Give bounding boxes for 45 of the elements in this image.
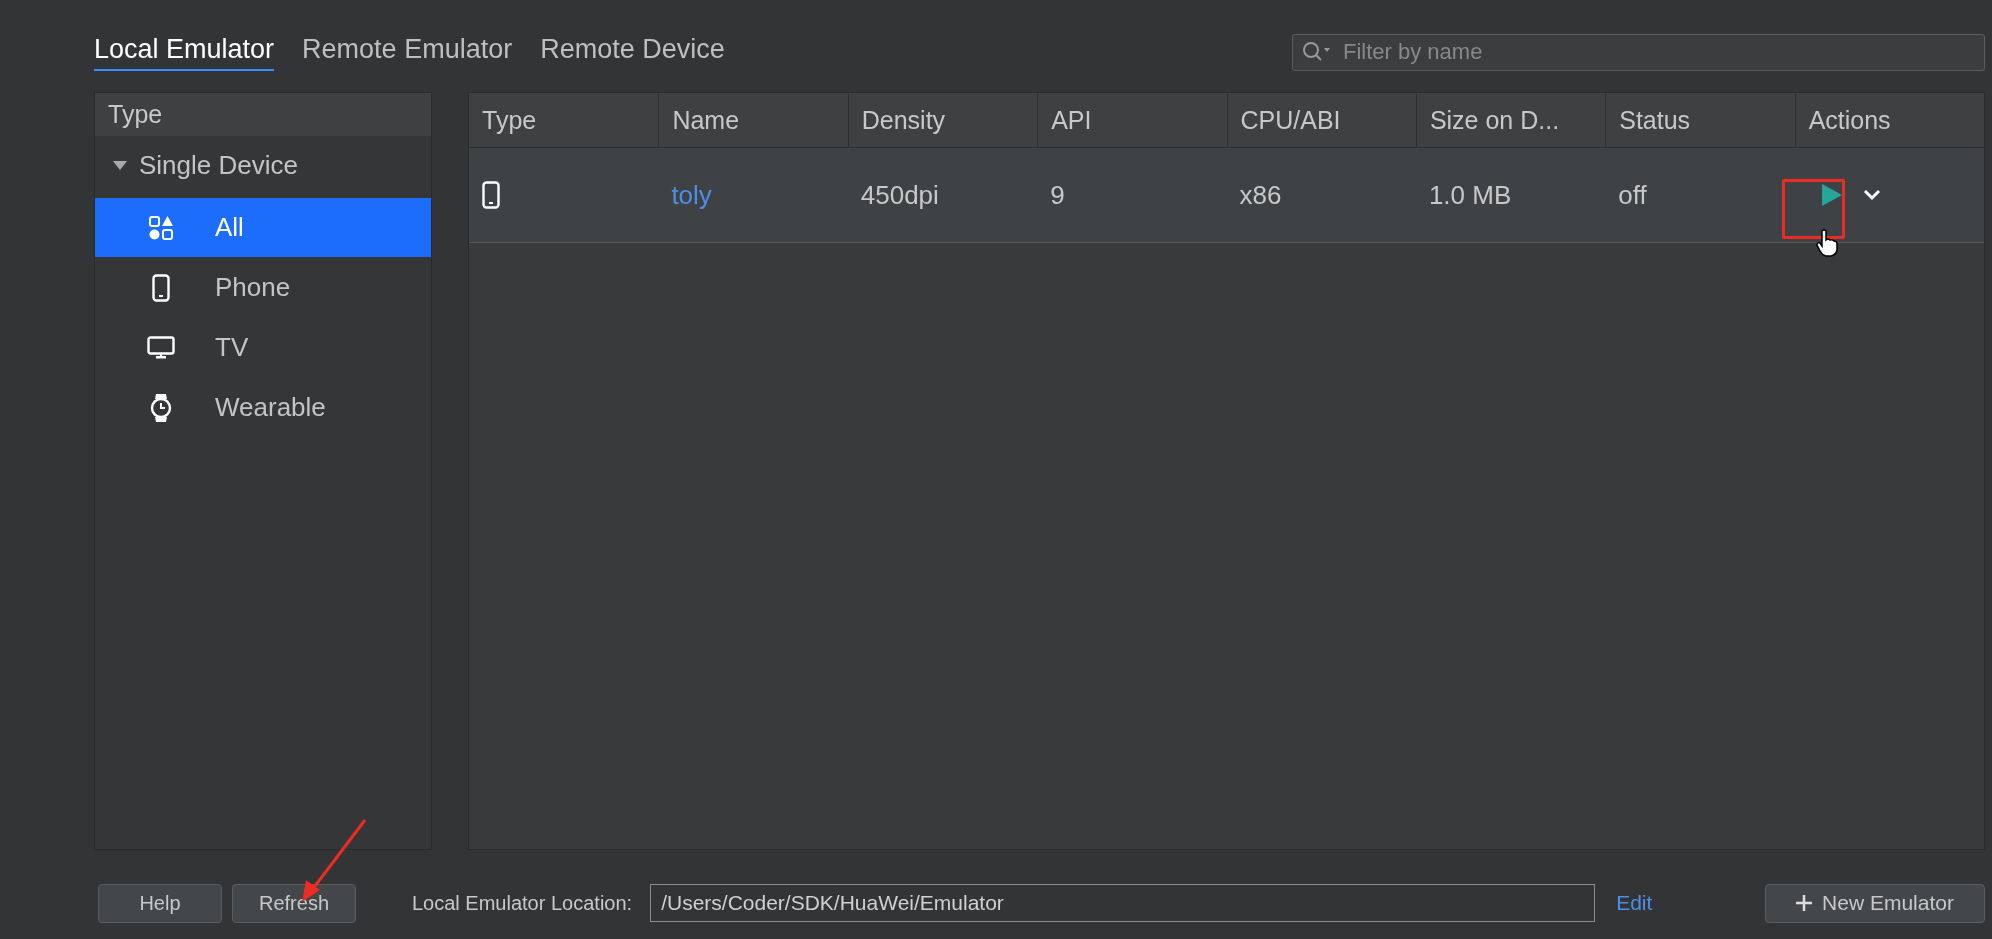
- footer-button[interactable]: Refresh: [232, 883, 356, 923]
- column-header: API: [1037, 93, 1227, 147]
- tab[interactable]: Remote Device: [540, 33, 725, 71]
- item-label: All: [215, 212, 244, 243]
- api-cell: 9: [1050, 179, 1065, 211]
- location-field[interactable]: /Users/Coder/SDK/HuaWei/Emulator: [650, 884, 1596, 922]
- monitor-icon: [147, 335, 175, 360]
- column-header: Size on D...: [1415, 93, 1606, 147]
- sidebar-item[interactable]: All: [95, 198, 431, 257]
- hand-cursor-icon: [1816, 229, 1838, 257]
- sidebar-item[interactable]: Wearable: [95, 378, 431, 437]
- column-header: Type: [481, 104, 538, 136]
- phone-icon: [152, 273, 170, 302]
- watch-icon: [150, 392, 172, 423]
- highlight-frame: [1782, 179, 1845, 239]
- size-cell: 1.0 MB: [1428, 179, 1512, 211]
- tree-group[interactable]: Single Device: [95, 140, 431, 190]
- column-header: Actions: [1794, 93, 1984, 147]
- chevron-down-icon[interactable]: [1862, 189, 1881, 201]
- column-header: Density: [847, 93, 1038, 147]
- new-emulator-button[interactable]: New Emulator: [1765, 883, 1985, 923]
- tab[interactable]: Local Emulator: [94, 33, 275, 71]
- status-cell: off: [1618, 179, 1647, 211]
- tab[interactable]: Remote Emulator: [302, 33, 513, 71]
- location-label: Local Emulator Location:: [412, 891, 633, 915]
- cpu-cell: x86: [1239, 179, 1282, 211]
- density-cell: 450dpi: [860, 179, 939, 211]
- sidebar-item[interactable]: TV: [95, 318, 431, 377]
- plus-icon: [1796, 895, 1813, 911]
- item-label: TV: [215, 332, 249, 363]
- category-icon: [148, 214, 174, 241]
- column-header: Type: [95, 93, 431, 136]
- sidebar-item[interactable]: Phone: [95, 258, 431, 317]
- item-label: Phone: [215, 272, 291, 303]
- edit-link[interactable]: Edit: [1616, 891, 1653, 915]
- footer-button[interactable]: Help: [98, 883, 222, 923]
- column-header: Status: [1605, 93, 1795, 147]
- column-header: Name: [658, 93, 848, 147]
- column-header: CPU/ABI: [1226, 93, 1416, 147]
- search-field[interactable]: Filter by name: [1292, 33, 1985, 71]
- triangle-icon: [113, 160, 127, 170]
- phone-icon: [482, 181, 500, 209]
- table-row[interactable]: toly 450dpi 9 x86 1.0 MB off: [469, 148, 1984, 243]
- item-label: Wearable: [215, 392, 326, 423]
- group-label: Single Device: [139, 149, 298, 181]
